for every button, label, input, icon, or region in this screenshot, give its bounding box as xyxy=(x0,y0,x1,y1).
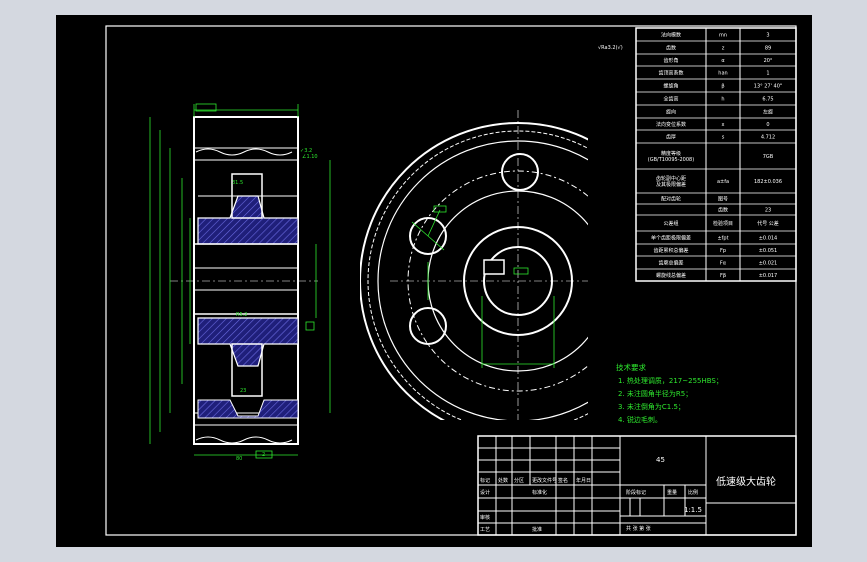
tb-scale: 1:1.5 xyxy=(684,506,702,514)
tb-process: 工艺 xyxy=(480,527,490,533)
param-cell-name: 齿距累积总偏差 xyxy=(653,247,688,254)
tb-drawing-name: 低速级大齿轮 xyxy=(716,475,776,488)
param-cell-name: 齿顶高系数 xyxy=(658,70,683,77)
param-cell-sym: s xyxy=(722,135,725,141)
svg-text:80: 80 xyxy=(236,456,242,462)
param-cell-name: 精度等级 xyxy=(661,150,681,157)
tb-weight: 重量 xyxy=(667,489,677,496)
param-cell-sym: 图号 xyxy=(718,197,728,203)
param-cell-sym: Fp xyxy=(720,248,726,254)
tb-material: 45 xyxy=(656,456,665,464)
svg-text:∠1.10: ∠1.10 xyxy=(302,154,318,160)
tech-req-item: 1. 热处理调质，217~255HBS； xyxy=(618,376,723,385)
param-cell-val: 左旋 xyxy=(763,109,773,116)
param-cell-name: 齿厚 xyxy=(666,135,676,141)
param-cell-val: 13° 27' 40" xyxy=(754,84,782,90)
tb-standardize: 标准化 xyxy=(532,489,547,496)
param-cell-name: 齿廓总偏差 xyxy=(658,260,683,267)
param-cell-val: 代号 公差 xyxy=(757,220,779,227)
param-cell-sym: mn xyxy=(719,33,727,39)
param-cell-sym: 检验项目 xyxy=(713,220,733,227)
svg-text:31.5: 31.5 xyxy=(232,180,243,186)
param-cell-sym: Fβ xyxy=(720,273,726,279)
tech-req-item: 4. 锐边毛刺。 xyxy=(618,415,662,424)
param-cell-sym: 齿数 xyxy=(718,207,728,214)
param-cell-name: 公差组 xyxy=(663,220,678,227)
tech-req-item: 2. 未注圆角半径为R5； xyxy=(618,389,692,398)
tb-change-no: 更改文件号 xyxy=(532,477,557,484)
param-cell-val: 182±0.036 xyxy=(754,179,782,185)
param-cell-name: 齿形角 xyxy=(663,57,678,64)
param-cell-sym: ±fpt xyxy=(717,236,728,242)
tb-scale-label: 比例 xyxy=(688,489,698,496)
param-cell-name: 单个齿距极限偏差 xyxy=(651,235,691,242)
param-cell-sym: h xyxy=(721,97,724,103)
tb-zone: 分区 xyxy=(514,477,524,484)
param-cell-name: 全齿高 xyxy=(663,96,678,103)
param-cell-val: ±0.051 xyxy=(759,248,778,254)
param-cell-val: 20° xyxy=(764,58,773,64)
param-cell-val: 0 xyxy=(766,122,769,128)
param-cell-sym: β xyxy=(721,84,724,90)
tb-approve: 批准 xyxy=(532,526,542,533)
svg-text:2: 2 xyxy=(262,452,265,458)
param-cell-name: 法向变位系数 xyxy=(656,121,686,128)
tech-req-item: 3. 未注倒角为C1.5； xyxy=(618,402,685,411)
param-cell-sym: x xyxy=(722,122,725,128)
param-cell-val: ±0.014 xyxy=(759,236,778,242)
param-cell-sym: Fα xyxy=(720,261,727,267)
tb-sheet: 共 张 第 张 xyxy=(626,525,651,532)
tb-mark: 标记 xyxy=(480,477,490,484)
param-cell-val: 7GB xyxy=(763,154,774,160)
param-cell-sym: han xyxy=(718,71,727,77)
svg-text:R5.2: R5.2 xyxy=(236,312,247,318)
tb-date: 年月日 xyxy=(576,477,591,484)
param-cell-name: 齿数 xyxy=(666,45,676,52)
tb-design: 设计 xyxy=(480,489,490,496)
roughness-note: √Ra3.2(√) xyxy=(598,45,623,51)
param-cell-val: 4.712 xyxy=(761,135,775,141)
tech-req-title: 技术要求 xyxy=(616,362,646,372)
param-cell-name: 螺旋线总偏差 xyxy=(656,272,686,279)
param-cell-val: ±0.021 xyxy=(759,261,778,267)
param-cell-val: 6.75 xyxy=(762,97,773,103)
param-cell-name: 齿轮副中心距 xyxy=(656,175,686,182)
param-cell-name: 螺旋角 xyxy=(663,83,678,90)
tb-stage-mark: 阶段标记 xyxy=(626,489,646,496)
param-cell-val: 3 xyxy=(766,33,769,39)
param-cell-name: 旋向 xyxy=(666,109,676,116)
svg-text:23: 23 xyxy=(240,388,246,394)
param-cell-name: 及其极限偏差 xyxy=(656,181,686,188)
param-cell-name: 配对齿轮 xyxy=(661,196,681,203)
param-cell-val: 23 xyxy=(765,208,771,214)
param-cell-sym: a±fa xyxy=(717,179,729,185)
cad-drawing: ✓3.2 ∠1.10 31.5 R5.2 23 80 2 √Ra3.2(√) 技… xyxy=(56,15,812,547)
param-cell-val: 1 xyxy=(766,71,769,77)
param-cell-name: (GB/T10095-2008) xyxy=(648,157,694,163)
param-cell-name: 法向模数 xyxy=(661,32,681,39)
param-cell-sym: z xyxy=(722,46,725,52)
tb-count: 处数 xyxy=(498,477,508,484)
param-cell-val: 89 xyxy=(765,46,771,52)
tb-sign: 签名 xyxy=(558,477,568,484)
param-cell-val: ±0.017 xyxy=(759,273,778,279)
tb-review: 审核 xyxy=(480,514,490,521)
